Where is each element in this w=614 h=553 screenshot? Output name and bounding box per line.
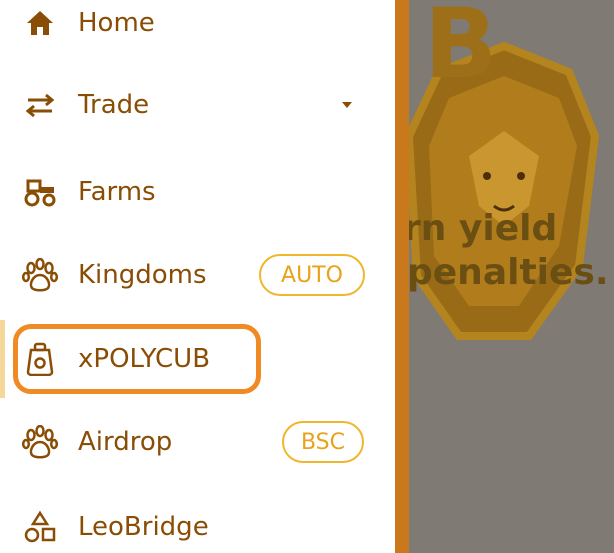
nav-item-airdrop[interactable]: Airdrop BSC — [0, 421, 395, 463]
nav-label-farms: Farms — [78, 177, 156, 207]
badge-auto: AUTO — [259, 254, 365, 296]
nav-item-kingdoms[interactable]: Kingdoms AUTO — [0, 254, 395, 296]
badge-bsc: BSC — [282, 421, 364, 463]
nav-label-trade: Trade — [78, 90, 150, 120]
sidebar-divider — [395, 0, 409, 553]
sidebar-menu: Home Trade Farms Kingdoms AUTO xPOLYCUB … — [0, 0, 395, 553]
nav-label-airdrop: Airdrop — [78, 427, 173, 457]
swap-arrows-icon — [22, 87, 58, 123]
nav-item-trade[interactable]: Trade — [0, 84, 395, 126]
nav-label-kingdoms: Kingdoms — [78, 260, 207, 290]
nav-item-leobridge[interactable]: LeoBridge — [0, 506, 395, 548]
nav-item-home[interactable]: Home — [0, 2, 395, 44]
highlight-box — [13, 324, 261, 394]
nav-label-leobridge: LeoBridge — [78, 512, 209, 542]
nav-label-home: Home — [78, 8, 155, 38]
background-text-line1: rn yield — [409, 208, 558, 249]
tractor-icon — [22, 174, 58, 210]
paw-icon — [22, 257, 58, 293]
chevron-down-icon[interactable] — [342, 102, 352, 108]
nav-item-farms[interactable]: Farms — [0, 171, 395, 213]
paw-icon — [22, 424, 58, 460]
home-icon — [22, 5, 58, 41]
logo-letter: B — [424, 0, 498, 100]
shapes-icon — [22, 509, 58, 545]
background-text-line2: penalties. — [409, 252, 609, 293]
page-overlay[interactable]: B rn yield penalties. — [409, 0, 614, 553]
